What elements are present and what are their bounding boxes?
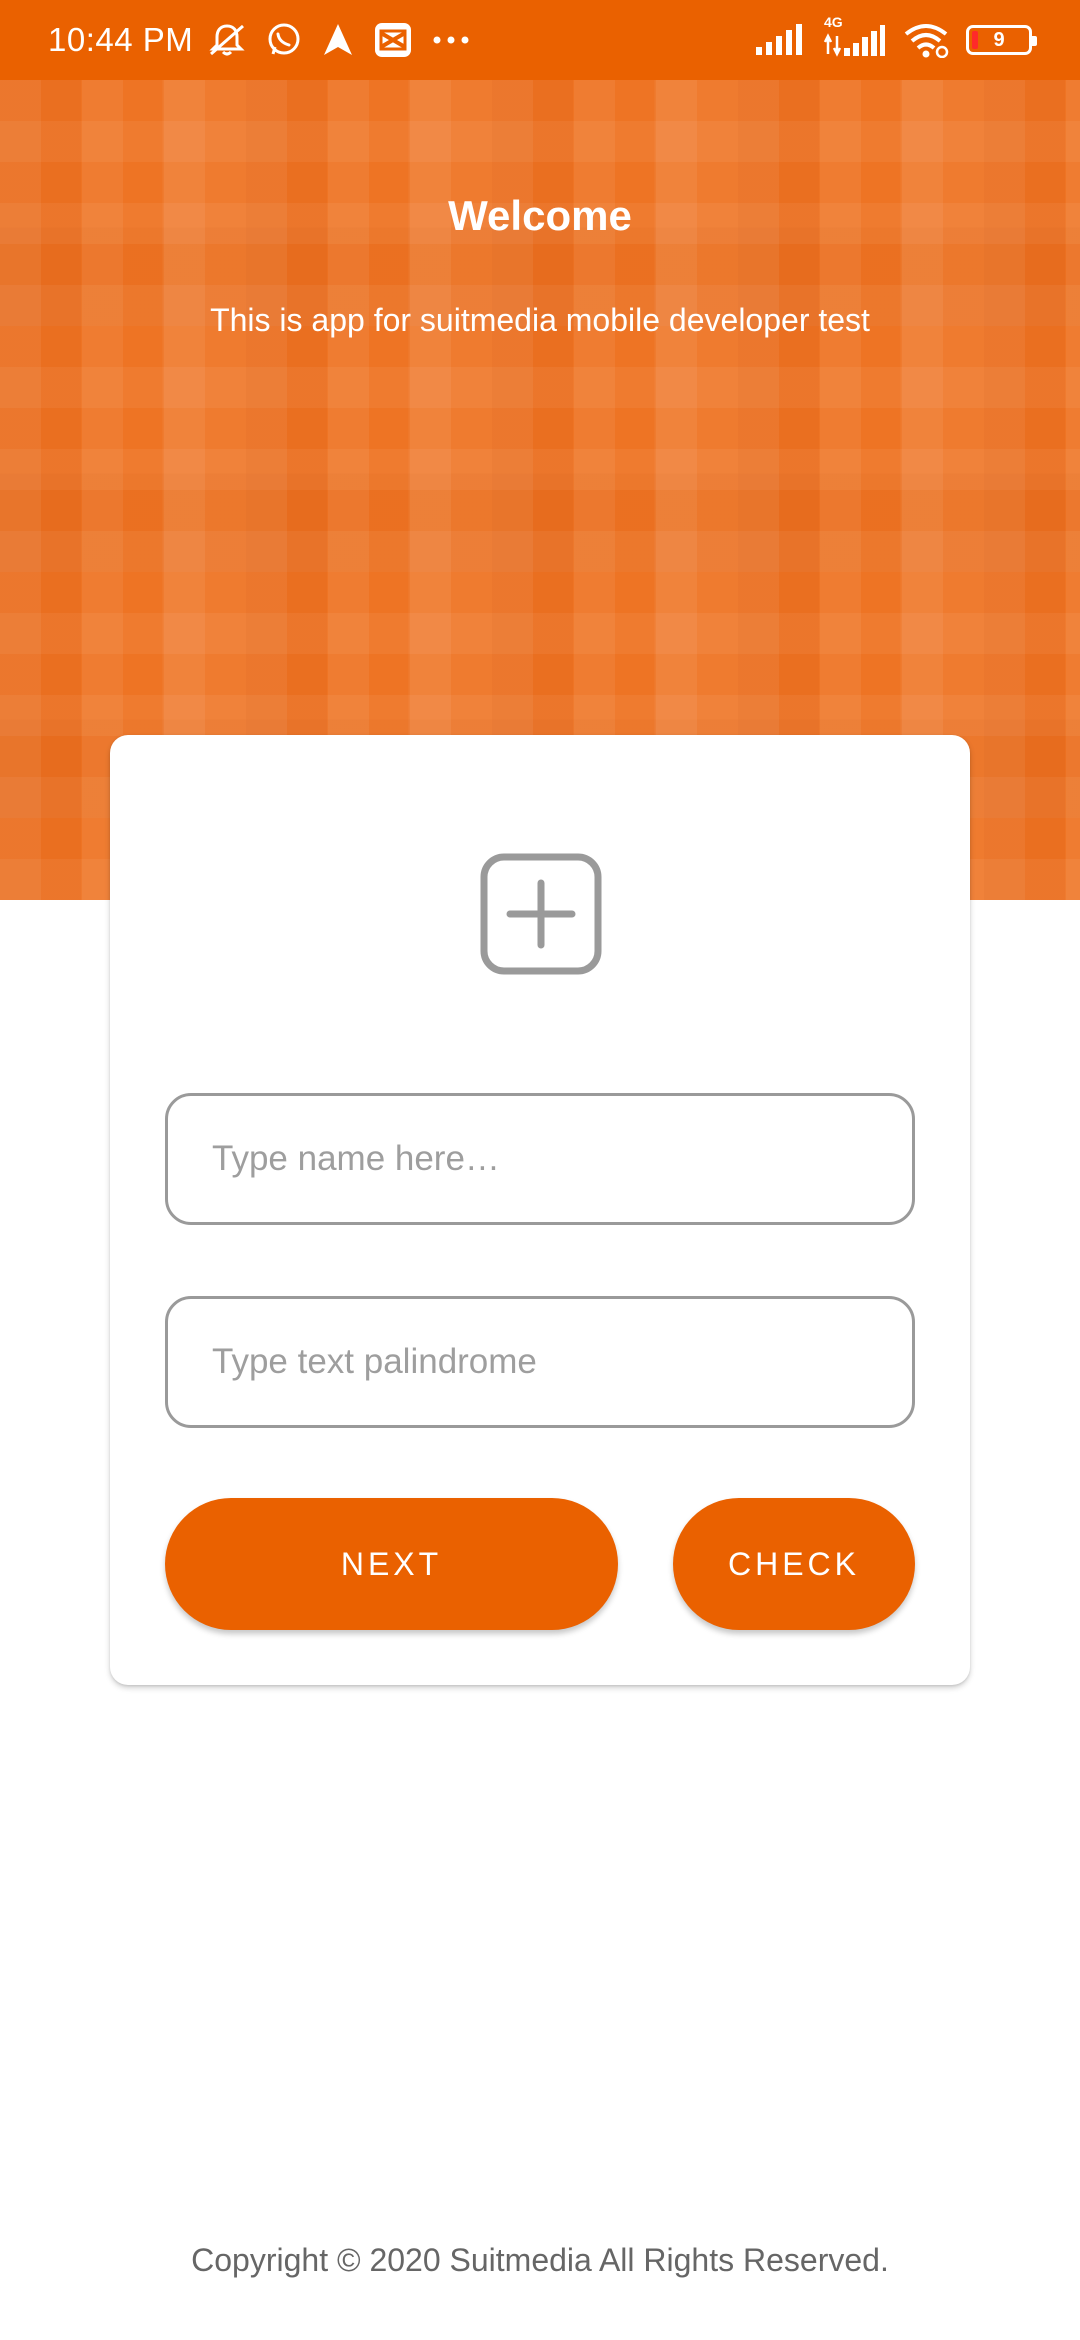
capcut-icon: [373, 21, 413, 59]
copyright-footer: Copyright © 2020 Suitmedia All Rights Re…: [191, 2242, 889, 2278]
page-subtitle: This is app for suitmedia mobile develop…: [210, 302, 870, 338]
status-icons-left: [207, 21, 471, 59]
navigation-arrow-icon: [321, 22, 355, 58]
add-square-icon: [480, 853, 602, 975]
status-icons-right: 4G 9: [754, 14, 1037, 60]
form-card: NEXT CHECK: [110, 735, 970, 1685]
status-bar: 10:44 PM 4G 9: [0, 0, 1080, 80]
battery-level-fill: [972, 31, 978, 49]
palindrome-input[interactable]: [210, 1341, 870, 1383]
page-title: Welcome: [448, 192, 632, 239]
network-type-label: 4G: [824, 14, 843, 30]
status-time: 10:44 PM: [48, 21, 194, 58]
next-button[interactable]: NEXT: [165, 1498, 618, 1630]
muted-notification-icon: [207, 22, 247, 58]
battery-icon: 9: [966, 25, 1037, 55]
add-photo-button[interactable]: [480, 853, 602, 975]
whatsapp-icon: [265, 21, 303, 59]
palindrome-field[interactable]: [165, 1296, 915, 1428]
name-field[interactable]: [165, 1093, 915, 1225]
check-button[interactable]: CHECK: [673, 1498, 915, 1630]
more-dots-icon: [431, 34, 471, 46]
battery-level-text: 9: [993, 28, 1005, 51]
signal-4g-icon: 4G: [822, 14, 886, 60]
signal-icon: [754, 23, 806, 57]
wifi-icon: [902, 22, 950, 58]
app-screen: 10:44 PM 4G 9 Welcome This is app for su…: [0, 0, 1080, 2340]
name-input[interactable]: [210, 1138, 870, 1180]
